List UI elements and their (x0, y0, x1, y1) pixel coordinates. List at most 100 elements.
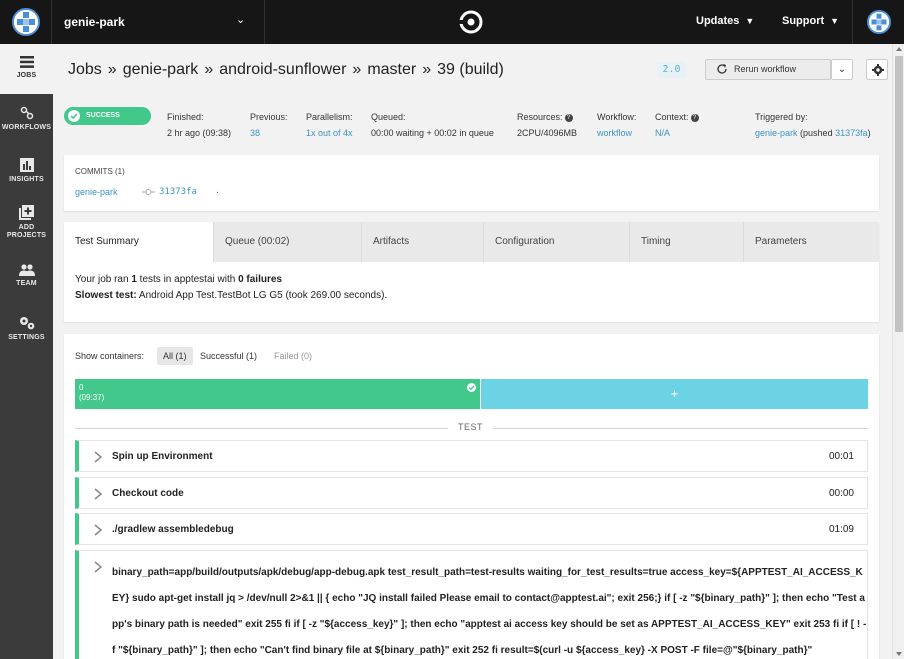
tab-parameters[interactable]: Parameters (744, 222, 879, 262)
scroll-up-arrow[interactable] (896, 47, 902, 51)
finished-field: Finished: 2 hr ago (09:38) (167, 112, 231, 138)
filter-failed[interactable]: Failed (0) (268, 347, 318, 365)
commit-hash-link[interactable]: 31373fa (159, 187, 197, 197)
sidebar-item-workflows[interactable]: WORKFLOWS (0, 106, 53, 146)
breadcrumb-separator: » (352, 61, 362, 78)
breadcrumb-project[interactable]: android-sunflower (219, 61, 346, 78)
page-scrollbar[interactable] (892, 44, 904, 659)
tab-queue[interactable]: Queue (00:02) (214, 222, 362, 262)
slowest-test-value: Android App Test.TestBot LG G5 (took 269… (136, 290, 388, 301)
step-row[interactable]: Checkout code 00:00 (75, 477, 868, 509)
tab-artifacts[interactable]: Artifacts (362, 222, 484, 262)
section-label: TEST (448, 422, 494, 432)
summary-line-2: Slowest test: Android App Test.TestBot L… (75, 290, 387, 301)
step-time: 00:01 (828, 451, 854, 462)
step-command: binary_path=app/build/outputs/apk/debug/… (112, 567, 867, 656)
org-switcher[interactable]: genie-park ⌄ (52, 0, 265, 44)
org-name: genie-park (64, 15, 125, 29)
rerun-options-dropdown[interactable]: ⌄ (831, 59, 853, 80)
tab-test-summary[interactable]: Test Summary (64, 222, 214, 262)
breadcrumb-branch[interactable]: master (367, 61, 416, 78)
breadcrumb-org[interactable]: genie-park (123, 61, 199, 78)
commit-author-link[interactable]: genie-park (75, 187, 118, 197)
help-icon[interactable]: ? (564, 114, 573, 122)
org-avatar-button[interactable] (0, 0, 52, 44)
chevron-down-icon: ▼ (745, 16, 755, 26)
commit-message: . (216, 185, 219, 196)
scroll-down-arrow[interactable] (896, 652, 902, 656)
add-container-button[interactable]: + (481, 379, 868, 409)
sidebar: JOBS WORKFLOWS INSIGHTS ADD PROJECTS TEA… (0, 44, 53, 659)
filter-successful[interactable]: Successful (1) (194, 347, 263, 365)
rerun-workflow-button[interactable]: Rerun workflow (705, 59, 831, 80)
step-row[interactable]: Spin up Environment 00:01 (75, 440, 868, 472)
config-version-badge: 2.0 (657, 62, 686, 78)
triggered-label: Triggered by: (755, 112, 808, 122)
sidebar-item-team[interactable]: TEAM (0, 264, 53, 304)
summary-failures: 0 failures (238, 274, 282, 285)
step-name: Spin up Environment (112, 451, 213, 462)
breadcrumb-jobs[interactable]: Jobs (68, 61, 102, 78)
show-containers-label: Show containers: (75, 351, 145, 361)
tab-label: Timing (641, 236, 671, 247)
step-name: Checkout code (112, 488, 184, 499)
tab-label: Artifacts (373, 236, 410, 247)
updates-menu[interactable]: Updates ▼ (696, 15, 754, 27)
chevron-right-icon (94, 561, 103, 573)
chevron-down-icon: ▼ (830, 16, 840, 26)
commit-icon (142, 189, 155, 195)
breadcrumb-build: 39 (build) (437, 61, 504, 78)
sidebar-item-settings[interactable]: SETTINGS (0, 316, 53, 356)
chevron-right-icon (94, 451, 103, 463)
tab-timing[interactable]: Timing (630, 222, 744, 262)
triggered-user-link[interactable]: genie-park (755, 128, 798, 138)
sidebar-item-label: WORKFLOWS (1, 124, 52, 131)
commits-title: COMMITS (1) (75, 167, 125, 176)
slowest-test-label: Slowest test: (75, 290, 137, 301)
help-icon[interactable]: ? (690, 114, 699, 122)
container-0[interactable]: 0 (09:37) (75, 379, 480, 409)
user-avatar (867, 10, 891, 34)
previous-build-link[interactable]: 38 (250, 128, 288, 138)
resources-label: Resources: (517, 112, 563, 122)
queued-field: Queued: 00:00 waiting + 00:02 in queue (371, 112, 494, 138)
step-row[interactable]: binary_path=app/build/outputs/apk/debug/… (75, 550, 868, 659)
chevron-right-icon (94, 488, 103, 500)
sidebar-item-insights[interactable]: INSIGHTS (0, 158, 53, 198)
tab-label: Configuration (495, 236, 555, 247)
step-row[interactable]: ./gradlew assembledebug 01:09 (75, 513, 868, 545)
context-label-wrap: Context:? (655, 112, 699, 128)
support-menu[interactable]: Support ▼ (782, 15, 839, 27)
parallelism-field: Parallelism: 1x out of 4x (306, 112, 353, 138)
status-text: SUCCESS (86, 112, 120, 119)
triggered-commit-link[interactable]: 31373fa (835, 128, 868, 138)
org-avatar (12, 8, 40, 36)
triggered-pushed-text: (pushed (800, 128, 836, 138)
sidebar-item-add-projects[interactable]: ADD PROJECTS (0, 205, 53, 251)
job-details-card: Test Summary Queue (00:02) Artifacts Con… (64, 222, 879, 322)
user-menu[interactable] (852, 0, 904, 44)
container-index: 0 (79, 383, 84, 392)
tab-configuration[interactable]: Configuration (484, 222, 630, 262)
chevron-down-icon: ⌄ (236, 14, 246, 26)
context-label: Context: (655, 112, 689, 122)
context-value: N/A (655, 128, 671, 138)
containers-card: Show containers: All (1) Successful (1) … (64, 334, 879, 659)
scrollbar-thumb[interactable] (895, 56, 903, 332)
queued-value: 00:00 waiting + 00:02 in queue (371, 128, 494, 138)
project-settings-button[interactable] (866, 59, 888, 80)
circleci-logo-icon[interactable] (459, 10, 483, 34)
finished-value: 2 hr ago (09:38) (167, 128, 232, 138)
filter-all[interactable]: All (1) (157, 347, 193, 365)
tab-label: Queue (00:02) (225, 236, 290, 247)
parallelism-link[interactable]: 1x out of 4x (306, 128, 353, 138)
sidebar-item-label: JOBS (16, 72, 37, 79)
workflow-link[interactable]: workflow (597, 128, 636, 138)
support-label: Support (782, 15, 825, 27)
workflow-label: Workflow: (597, 112, 637, 122)
sidebar-item-jobs[interactable]: JOBS (0, 44, 53, 94)
workflow-field: Workflow: workflow (597, 112, 636, 138)
triggered-value: genie-park (pushed 31373fa) (755, 128, 871, 138)
sidebar-item-label: INSIGHTS (9, 176, 44, 183)
commits-card: COMMITS (1) genie-park 31373fa . (64, 155, 879, 211)
